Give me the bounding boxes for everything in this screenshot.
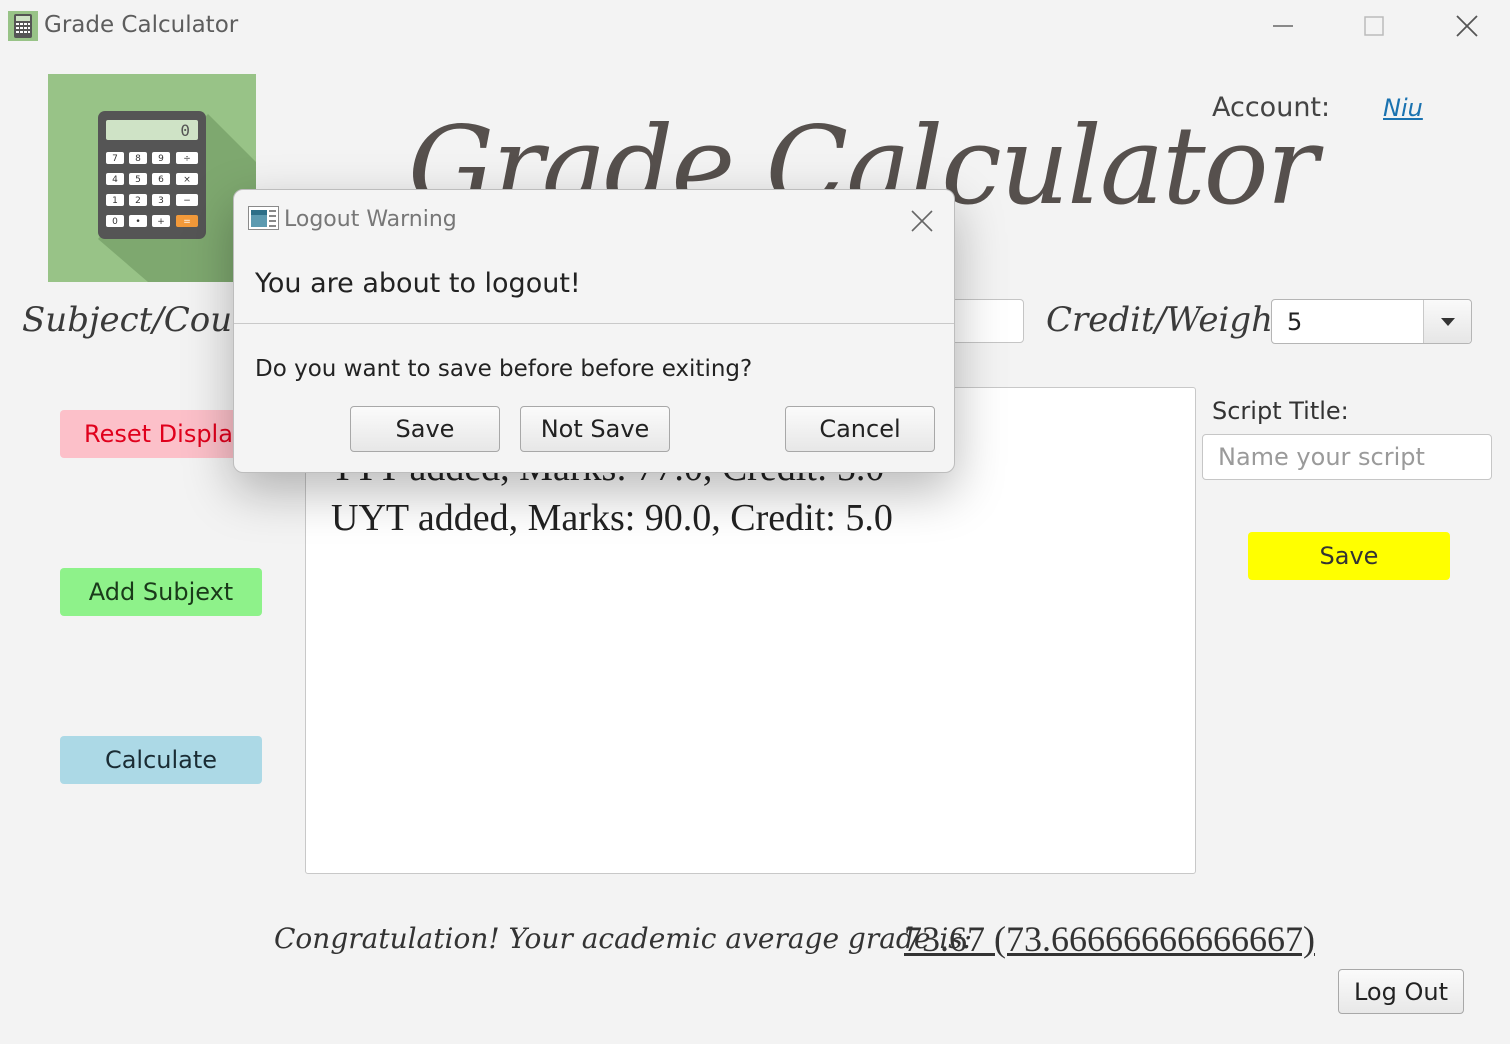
credit-select[interactable]: 5 [1271, 299, 1472, 344]
svg-text:2: 2 [135, 196, 141, 206]
svg-text:8: 8 [135, 154, 141, 164]
svg-text:×: × [183, 175, 191, 185]
svg-text:•: • [135, 217, 140, 227]
svg-text:÷: ÷ [183, 154, 191, 164]
credit-select-value: 5 [1287, 308, 1303, 336]
logout-button[interactable]: Log Out [1338, 969, 1464, 1014]
credit-label: Credit/Weight: [1046, 300, 1299, 340]
account-label: Account: [1212, 92, 1331, 123]
window-title: Grade Calculator [44, 12, 239, 38]
minimize-icon [1273, 25, 1293, 27]
svg-text:=: = [183, 217, 191, 227]
dialog-not-save-button[interactable]: Not Save [520, 406, 670, 452]
svg-text:1: 1 [112, 196, 118, 206]
svg-text:−: − [183, 196, 191, 206]
svg-text:4: 4 [112, 175, 118, 185]
svg-text:0: 0 [180, 121, 190, 140]
close-icon [911, 210, 933, 232]
chevron-down-icon [1440, 317, 1455, 326]
dialog-cancel-button[interactable]: Cancel [785, 406, 935, 452]
close-icon [1456, 15, 1478, 37]
result-value[interactable]: 73.67 (73.66666666666667) [904, 918, 1315, 960]
calculator-logo-icon: 0 7 8 9 ÷ 4 5 6 × 1 2 3 − 0 • + = [48, 74, 256, 282]
result-label: Congratulation! Your academic average gr… [274, 922, 973, 955]
script-title-label: Script Title: [1212, 397, 1349, 425]
close-button[interactable] [1437, 6, 1497, 46]
script-title-input[interactable] [1202, 434, 1492, 480]
dialog-title: Logout Warning [284, 207, 457, 232]
dialog-close-button[interactable] [902, 204, 942, 238]
account-link[interactable]: Niu [1383, 94, 1423, 122]
display-line: UYT added, Marks: 90.0, Credit: 5.0 [331, 497, 893, 539]
reset-display-button[interactable]: Reset Display [60, 410, 262, 458]
dialog-titlebar: Logout Warning [234, 190, 954, 252]
dialog-heading: You are about to logout! [255, 268, 581, 299]
svg-text:+: + [157, 217, 165, 227]
svg-text:6: 6 [158, 175, 164, 185]
minimize-button[interactable] [1253, 6, 1313, 46]
svg-text:5: 5 [135, 175, 141, 185]
svg-text:7: 7 [112, 154, 118, 164]
svg-text:9: 9 [158, 154, 164, 164]
calculate-button[interactable]: Calculate [60, 736, 262, 784]
dialog-message: Do you want to save before before exitin… [255, 356, 753, 382]
logout-warning-dialog: Logout Warning You are about to logout! … [233, 189, 955, 473]
svg-text:0: 0 [112, 217, 118, 227]
app-window-icon [248, 206, 279, 230]
credit-dropdown-button[interactable] [1423, 300, 1471, 343]
window-titlebar: Grade Calculator [0, 0, 1510, 52]
dialog-save-button[interactable]: Save [350, 406, 500, 452]
dialog-header: You are about to logout! [234, 252, 954, 324]
maximize-icon [1364, 16, 1384, 36]
save-script-button[interactable]: Save [1248, 532, 1450, 580]
maximize-button[interactable] [1344, 6, 1404, 46]
add-subject-button[interactable]: Add Subjext [60, 568, 262, 616]
calculator-icon [8, 11, 38, 41]
svg-text:3: 3 [158, 196, 164, 206]
